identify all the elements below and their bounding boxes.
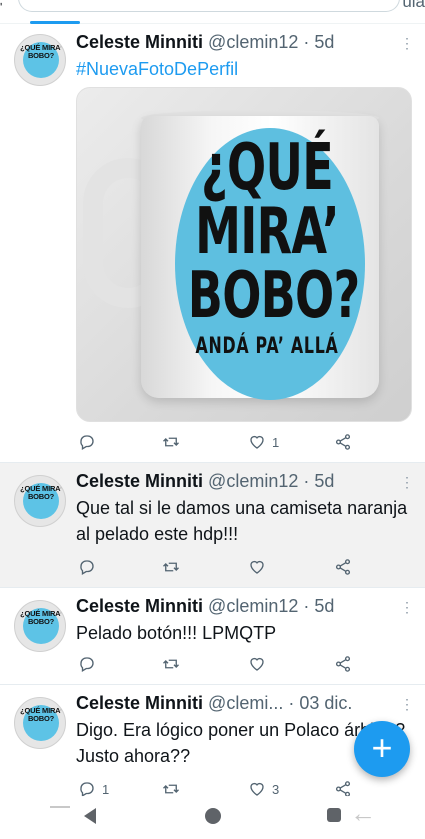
like-count: 1 — [272, 434, 280, 450]
share-button[interactable] — [334, 654, 352, 674]
mug-line-3: BOBO? — [187, 259, 360, 333]
reply-icon — [80, 560, 94, 575]
compose-tweet-button[interactable]: + — [354, 721, 410, 777]
mug-line-4: ANDÁ PA’ ALLÁ — [195, 334, 339, 359]
heart-icon — [250, 657, 264, 671]
avatar-text: ¿QUÉ MIRA’ BOBO? — [20, 706, 62, 723]
like-button[interactable] — [248, 557, 272, 577]
retweet-icon — [163, 562, 179, 572]
retweet-icon — [163, 659, 179, 669]
tweet-header: Celeste Minniti @clemin12 · 5d — [76, 471, 334, 492]
system-navigation-bar: ← — [0, 796, 425, 839]
tab-right-label[interactable]: ula — [402, 0, 425, 12]
search-pill[interactable] — [18, 0, 400, 12]
reply-button[interactable] — [78, 654, 102, 674]
author-handle[interactable]: @clemin12 · 5d — [208, 471, 334, 491]
more-options-icon[interactable]: ⋮ — [400, 600, 414, 614]
arrow-left-icon[interactable]: ← — [350, 798, 376, 829]
avatar-text: ¿QUÉ MIRA’ BOBO? — [20, 43, 62, 60]
more-options-icon[interactable]: ⋮ — [400, 475, 414, 489]
author-handle[interactable]: @clemin12 · 5d — [208, 596, 334, 616]
retweet-icon — [163, 437, 179, 447]
tweet-media-image[interactable]: ¿QUÉ MIRA’ BOBO? ANDÁ PA’ ALLÁ — [76, 87, 412, 422]
top-tab-bar: ʹ ula — [0, 0, 425, 24]
tweet-header: Celeste Minniti @clemi... · 03 dic. — [76, 693, 352, 714]
retweet-button[interactable] — [162, 557, 186, 577]
mug-text: ¿QUÉ MIRA’ BOBO? ANDÁ PA’ ALLÁ — [187, 131, 360, 362]
share-icon — [335, 434, 351, 450]
avatar-text: ¿QUÉ MIRA’ BOBO? — [20, 609, 62, 626]
tweet-text: Que tal si le damos una camiseta naranja… — [76, 498, 408, 544]
tweet[interactable]: ¿QUÉ MIRA’ BOBO? Celeste Minniti @clemin… — [0, 24, 425, 464]
tweet-actions — [76, 654, 376, 674]
tweet[interactable]: ¿QUÉ MIRA’ BOBO? Celeste Minniti @clemin… — [0, 588, 425, 684]
reply-icon — [80, 435, 94, 450]
tweet[interactable]: ¿QUÉ MIRA’ BOBO? Celeste Minniti @clemin… — [0, 463, 425, 587]
author-handle[interactable]: @clemin12 · 5d — [208, 32, 334, 52]
hashtag-link[interactable]: #NuevaFotoDePerfil — [76, 59, 238, 79]
avatar[interactable]: ¿QUÉ MIRA’ BOBO? — [14, 600, 66, 652]
share-button[interactable] — [334, 432, 352, 452]
reply-icon — [80, 657, 94, 672]
heart-icon — [250, 560, 264, 574]
tweet-actions — [76, 557, 376, 577]
reply-button[interactable] — [78, 557, 102, 577]
like-button[interactable] — [248, 654, 272, 674]
author-name[interactable]: Celeste Minniti — [76, 596, 203, 616]
more-options-icon[interactable]: ⋮ — [400, 36, 414, 50]
author-name[interactable]: Celeste Minniti — [76, 32, 203, 52]
home-icon[interactable] — [205, 808, 221, 824]
like-button[interactable]: 1 — [248, 432, 279, 452]
tweet-header: Celeste Minniti @clemin12 · 5d — [76, 32, 334, 53]
avatar[interactable]: ¿QUÉ MIRA’ BOBO? — [14, 34, 66, 86]
share-button[interactable] — [334, 557, 352, 577]
back-icon[interactable] — [84, 808, 96, 824]
share-icon — [335, 656, 351, 672]
avatar[interactable]: ¿QUÉ MIRA’ BOBO? — [14, 475, 66, 527]
heart-icon — [250, 435, 264, 449]
author-name[interactable]: Celeste Minniti — [76, 693, 203, 713]
reply-count: 1 — [102, 781, 110, 797]
menu-lines-icon — [50, 806, 70, 808]
tweet-actions: 1 — [76, 432, 376, 452]
tweet-text: Pelado botón!!! LPMQTP — [76, 623, 277, 643]
plus-icon: + — [371, 727, 393, 768]
avatar-text: ¿QUÉ MIRA’ BOBO? — [20, 484, 62, 501]
author-name[interactable]: Celeste Minniti — [76, 471, 203, 491]
mug-line-2: MIRA’ — [195, 195, 340, 269]
retweet-button[interactable] — [162, 432, 186, 452]
mug-line-1: ¿QUÉ — [201, 131, 334, 205]
tab-left-label[interactable]: ʹ — [0, 0, 12, 14]
retweet-button[interactable] — [162, 654, 186, 674]
share-icon — [335, 559, 351, 575]
avatar[interactable]: ¿QUÉ MIRA’ BOBO? — [14, 697, 66, 749]
more-options-icon[interactable]: ⋮ — [400, 697, 414, 711]
recent-apps-icon[interactable] — [327, 808, 341, 822]
author-handle[interactable]: @clemi... · 03 dic. — [208, 693, 352, 713]
reply-button[interactable] — [78, 432, 102, 452]
like-count: 3 — [272, 781, 280, 797]
tweet-text: #NuevaFotoDePerfil — [76, 56, 411, 82]
tweet-header: Celeste Minniti @clemin12 · 5d — [76, 596, 334, 617]
